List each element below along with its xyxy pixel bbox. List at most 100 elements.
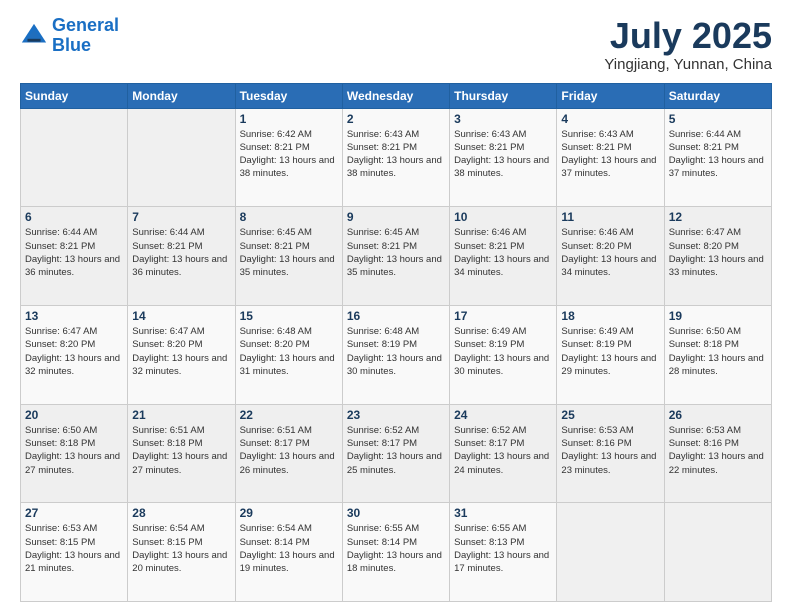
day-number: 7 — [132, 210, 230, 224]
day-info: Sunrise: 6:55 AMSunset: 8:14 PMDaylight:… — [347, 523, 442, 574]
table-row: 11Sunrise: 6:46 AMSunset: 8:20 PMDayligh… — [557, 207, 664, 306]
day-info: Sunrise: 6:47 AMSunset: 8:20 PMDaylight:… — [669, 227, 764, 278]
header: General Blue July 2025 Yingjiang, Yunnan… — [20, 16, 772, 73]
table-row: 8Sunrise: 6:45 AMSunset: 8:21 PMDaylight… — [235, 207, 342, 306]
logo-line2: Blue — [52, 35, 91, 55]
day-number: 23 — [347, 408, 445, 422]
day-info: Sunrise: 6:52 AMSunset: 8:17 PMDaylight:… — [347, 425, 442, 476]
calendar-week-row: 6 Sunrise: 6:44 AMSunset: 8:21 PMDaylight… — [21, 207, 772, 306]
table-row: 5 Sunrise: 6:44 AMSunset: 8:21 PMDaylight… — [664, 108, 771, 207]
subtitle: Yingjiang, Yunnan, China — [604, 56, 772, 73]
day-number: 15 — [240, 309, 338, 323]
day-info: Sunrise: 6:50 AMSunset: 8:18 PMDaylight:… — [25, 425, 120, 476]
logo-icon — [20, 22, 48, 50]
calendar-week-row: 13 Sunrise: 6:47 AMSunset: 8:20 PMDayligh… — [21, 305, 772, 404]
day-number: 1 — [240, 112, 338, 126]
day-number: 29 — [240, 506, 338, 520]
day-number: 31 — [454, 506, 552, 520]
day-number: 17 — [454, 309, 552, 323]
table-row — [664, 503, 771, 602]
calendar-table: Sunday Monday Tuesday Wednesday Thursday… — [20, 83, 772, 602]
logo-text: General Blue — [52, 16, 119, 56]
day-number: 26 — [669, 408, 767, 422]
calendar-header-row: Sunday Monday Tuesday Wednesday Thursday… — [21, 83, 772, 108]
day-info: Sunrise: 6:52 AMSunset: 8:17 PMDaylight:… — [454, 425, 549, 476]
day-info: Sunrise: 6:45 AMSunset: 8:21 PMDaylight:… — [347, 227, 442, 278]
calendar-week-row: 20 Sunrise: 6:50 AMSunset: 8:18 PMDayligh… — [21, 404, 772, 503]
calendar-week-row: 27 Sunrise: 6:53 AMSunset: 8:15 PMDayligh… — [21, 503, 772, 602]
day-number: 13 — [25, 309, 123, 323]
table-row — [128, 108, 235, 207]
day-info: Sunrise: 6:53 AMSunset: 8:16 PMDaylight:… — [669, 425, 764, 476]
table-row: 14 Sunrise: 6:47 AMSunset: 8:20 PMDayligh… — [128, 305, 235, 404]
day-info: Sunrise: 6:50 AMSunset: 8:18 PMDaylight:… — [669, 326, 764, 377]
table-row: 16Sunrise: 6:48 AMSunset: 8:19 PMDayligh… — [342, 305, 449, 404]
table-row: 13 Sunrise: 6:47 AMSunset: 8:20 PMDayligh… — [21, 305, 128, 404]
col-monday: Monday — [128, 83, 235, 108]
day-info: Sunrise: 6:47 AMSunset: 8:20 PMDaylight:… — [132, 326, 227, 377]
page: General Blue July 2025 Yingjiang, Yunnan… — [0, 0, 792, 612]
table-row: 21 Sunrise: 6:51 AMSunset: 8:18 PMDayligh… — [128, 404, 235, 503]
table-row: 10Sunrise: 6:46 AMSunset: 8:21 PMDayligh… — [450, 207, 557, 306]
col-thursday: Thursday — [450, 83, 557, 108]
table-row: 7 Sunrise: 6:44 AMSunset: 8:21 PMDaylight… — [128, 207, 235, 306]
table-row: 4 Sunrise: 6:43 AMSunset: 8:21 PMDaylight… — [557, 108, 664, 207]
day-info: Sunrise: 6:49 AMSunset: 8:19 PMDaylight:… — [561, 326, 656, 377]
table-row: 22 Sunrise: 6:51 AMSunset: 8:17 PMDayligh… — [235, 404, 342, 503]
main-title: July 2025 — [604, 16, 772, 56]
day-number: 3 — [454, 112, 552, 126]
day-number: 21 — [132, 408, 230, 422]
day-number: 9 — [347, 210, 445, 224]
table-row: 3Sunrise: 6:43 AMSunset: 8:21 PMDaylight… — [450, 108, 557, 207]
day-number: 25 — [561, 408, 659, 422]
day-info: Sunrise: 6:49 AMSunset: 8:19 PMDaylight:… — [454, 326, 549, 377]
table-row: 25 Sunrise: 6:53 AMSunset: 8:16 PMDayligh… — [557, 404, 664, 503]
day-number: 22 — [240, 408, 338, 422]
table-row: 6Sunrise: 6:44 AMSunset: 8:21 PMDaylight… — [21, 207, 128, 306]
day-info: Sunrise: 6:43 AMSunset: 8:21 PMDaylight:… — [347, 129, 442, 180]
day-info: Sunrise: 6:47 AMSunset: 8:20 PMDaylight:… — [25, 326, 120, 377]
day-number: 27 — [25, 506, 123, 520]
day-info: Sunrise: 6:51 AMSunset: 8:17 PMDaylight:… — [240, 425, 335, 476]
day-info: Sunrise: 6:48 AMSunset: 8:19 PMDaylight:… — [347, 326, 442, 377]
day-info: Sunrise: 6:53 AMSunset: 8:16 PMDaylight:… — [561, 425, 656, 476]
table-row: 26 Sunrise: 6:53 AMSunset: 8:16 PMDayligh… — [664, 404, 771, 503]
logo-line1: General — [52, 15, 119, 35]
day-info: Sunrise: 6:51 AMSunset: 8:18 PMDaylight:… — [132, 425, 227, 476]
day-number: 20 — [25, 408, 123, 422]
day-info: Sunrise: 6:42 AMSunset: 8:21 PMDaylight:… — [240, 129, 335, 180]
day-info: Sunrise: 6:54 AMSunset: 8:14 PMDaylight:… — [240, 523, 335, 574]
day-number: 19 — [669, 309, 767, 323]
day-info: Sunrise: 6:48 AMSunset: 8:20 PMDaylight:… — [240, 326, 335, 377]
day-info: Sunrise: 6:53 AMSunset: 8:15 PMDaylight:… — [25, 523, 120, 574]
table-row: 15 Sunrise: 6:48 AMSunset: 8:20 PMDayligh… — [235, 305, 342, 404]
col-tuesday: Tuesday — [235, 83, 342, 108]
table-row: 17 Sunrise: 6:49 AMSunset: 8:19 PMDayligh… — [450, 305, 557, 404]
table-row: 12Sunrise: 6:47 AMSunset: 8:20 PMDayligh… — [664, 207, 771, 306]
day-info: Sunrise: 6:45 AMSunset: 8:21 PMDaylight:… — [240, 227, 335, 278]
table-row: 30Sunrise: 6:55 AMSunset: 8:14 PMDayligh… — [342, 503, 449, 602]
col-friday: Friday — [557, 83, 664, 108]
day-info: Sunrise: 6:44 AMSunset: 8:21 PMDaylight:… — [669, 129, 764, 180]
table-row: 18Sunrise: 6:49 AMSunset: 8:19 PMDayligh… — [557, 305, 664, 404]
col-wednesday: Wednesday — [342, 83, 449, 108]
col-saturday: Saturday — [664, 83, 771, 108]
day-info: Sunrise: 6:46 AMSunset: 8:20 PMDaylight:… — [561, 227, 656, 278]
title-block: July 2025 Yingjiang, Yunnan, China — [604, 16, 772, 73]
table-row — [557, 503, 664, 602]
table-row: 2Sunrise: 6:43 AMSunset: 8:21 PMDaylight… — [342, 108, 449, 207]
table-row: 24Sunrise: 6:52 AMSunset: 8:17 PMDayligh… — [450, 404, 557, 503]
table-row: 1 Sunrise: 6:42 AMSunset: 8:21 PMDaylight… — [235, 108, 342, 207]
table-row: 20 Sunrise: 6:50 AMSunset: 8:18 PMDayligh… — [21, 404, 128, 503]
day-number: 4 — [561, 112, 659, 126]
day-number: 28 — [132, 506, 230, 520]
calendar-week-row: 1 Sunrise: 6:42 AMSunset: 8:21 PMDaylight… — [21, 108, 772, 207]
table-row: 19 Sunrise: 6:50 AMSunset: 8:18 PMDayligh… — [664, 305, 771, 404]
day-number: 6 — [25, 210, 123, 224]
table-row: 29 Sunrise: 6:54 AMSunset: 8:14 PMDayligh… — [235, 503, 342, 602]
day-number: 14 — [132, 309, 230, 323]
day-info: Sunrise: 6:44 AMSunset: 8:21 PMDaylight:… — [132, 227, 227, 278]
table-row: 9 Sunrise: 6:45 AMSunset: 8:21 PMDaylight… — [342, 207, 449, 306]
day-number: 5 — [669, 112, 767, 126]
day-info: Sunrise: 6:43 AMSunset: 8:21 PMDaylight:… — [561, 129, 656, 180]
